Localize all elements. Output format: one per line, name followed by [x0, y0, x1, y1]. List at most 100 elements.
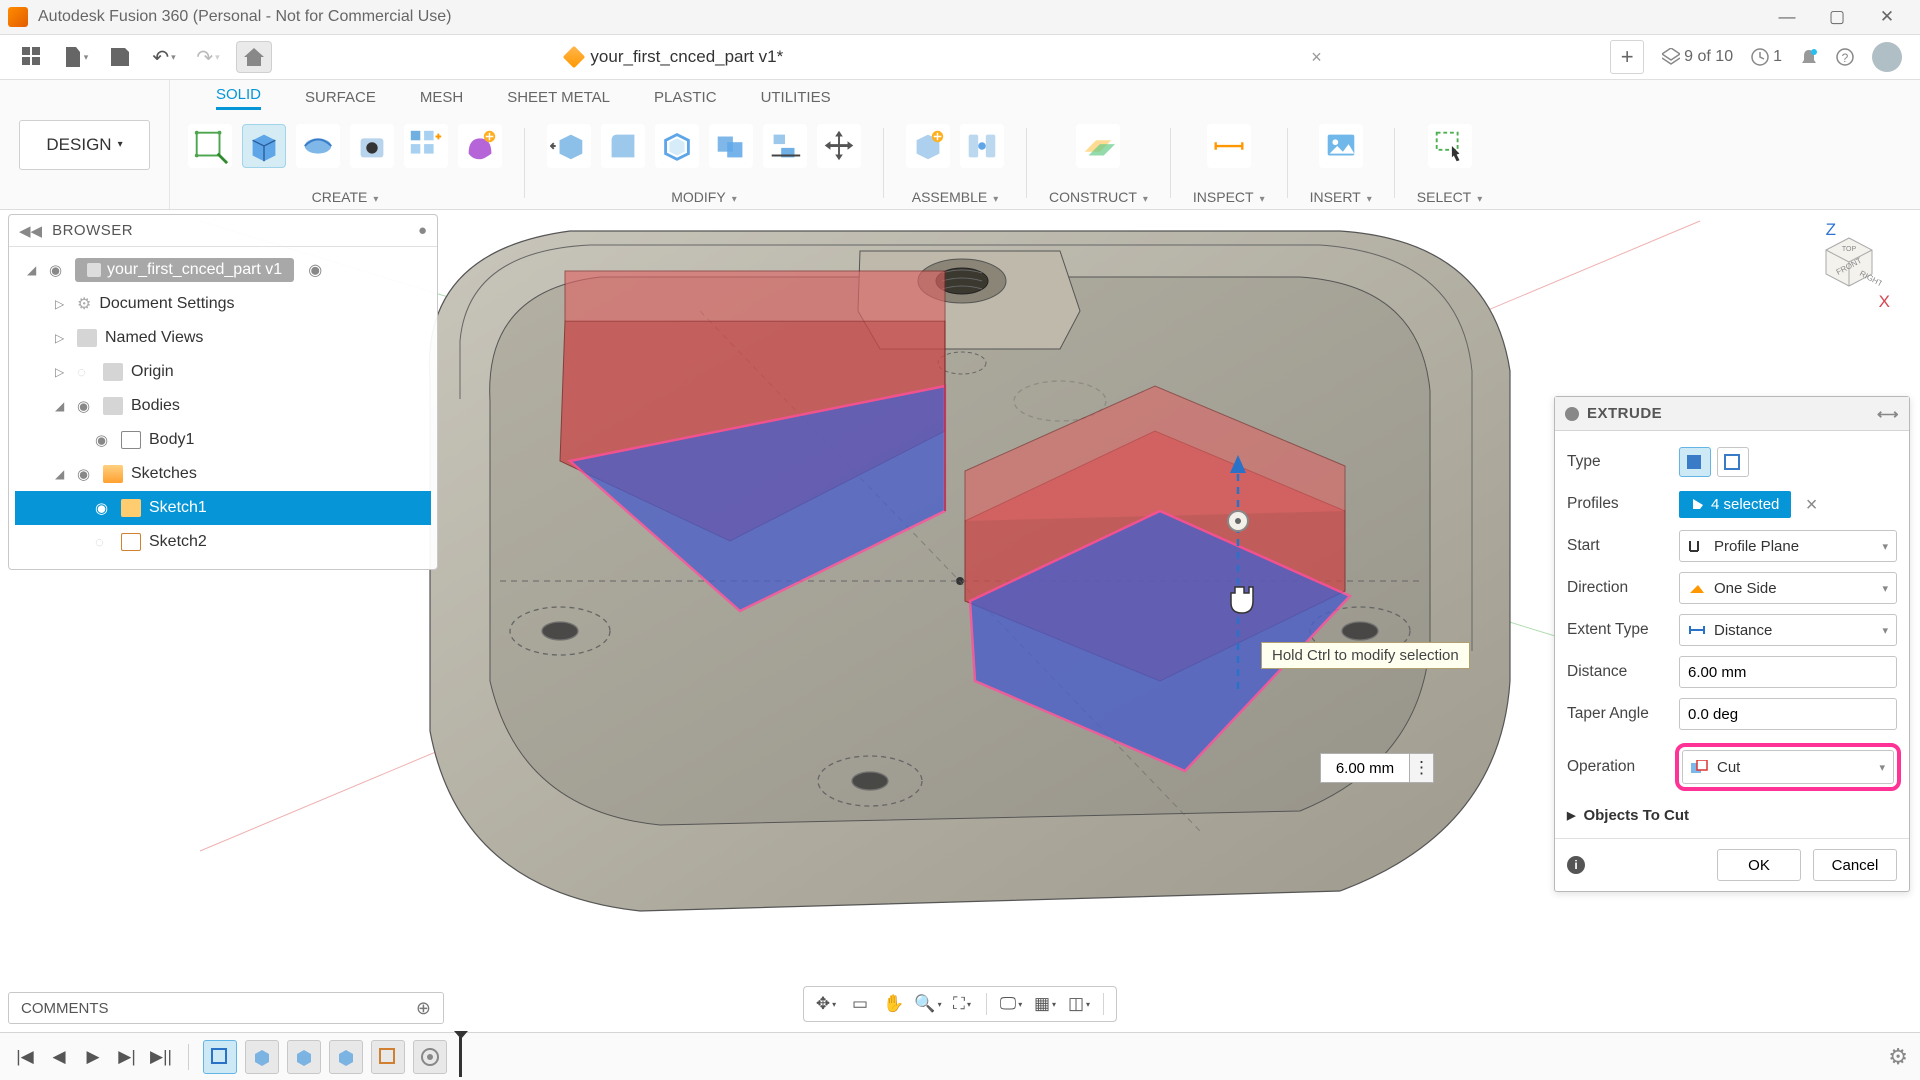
pan-button[interactable]: ✋ [880, 990, 908, 1018]
browser-collapse-button[interactable]: ◀◀ [19, 222, 42, 240]
tab-surface[interactable]: SURFACE [305, 89, 376, 110]
pattern-icon[interactable] [404, 124, 448, 168]
tab-plastic[interactable]: PLASTIC [654, 89, 717, 110]
revolve-icon[interactable] [296, 124, 340, 168]
timeline-play-button[interactable]: ▶ [80, 1044, 106, 1070]
visibility-icon[interactable]: ◉ [77, 397, 95, 415]
timeline-next-button[interactable]: ▶| [114, 1044, 140, 1070]
timeline-feature-sketch1[interactable] [203, 1040, 237, 1074]
new-tab-button[interactable]: + [1610, 40, 1644, 74]
tree-body1[interactable]: ◉ Body1 [15, 423, 431, 457]
tree-sketch2[interactable]: ◌ Sketch2 [15, 525, 431, 559]
timeline-prev-button[interactable]: ◀ [46, 1044, 72, 1070]
radio-icon[interactable]: ◉ [308, 260, 322, 280]
construct-plane-icon[interactable] [1076, 124, 1120, 168]
notifications-icon[interactable] [1800, 48, 1818, 66]
help-icon[interactable]: ? [1836, 48, 1854, 66]
home-button[interactable] [236, 41, 272, 73]
fit-button[interactable]: ⛶ [948, 990, 976, 1018]
tree-origin[interactable]: ▷ ◌ Origin [15, 355, 431, 389]
timeline-end-button[interactable]: ▶|| [148, 1044, 174, 1070]
visibility-icon[interactable]: ◉ [77, 465, 95, 483]
clear-profiles-button[interactable]: × [1806, 494, 1818, 516]
form-icon[interactable] [458, 124, 502, 168]
start-select[interactable]: Profile Plane [1679, 530, 1897, 562]
taper-input[interactable] [1679, 698, 1897, 730]
tab-sheet-metal[interactable]: SHEET METAL [507, 89, 610, 110]
select-icon[interactable] [1428, 124, 1472, 168]
info-icon[interactable]: i [1567, 856, 1585, 874]
visibility-icon[interactable]: ◌ [95, 534, 113, 551]
look-at-button[interactable]: ▭ [846, 990, 874, 1018]
dialog-expand-icon[interactable]: ⟷ [1877, 405, 1899, 423]
tree-sketch1[interactable]: ◉ Sketch1 [15, 491, 431, 525]
document-tab[interactable]: your_first_cnced_part v1* × [552, 39, 1335, 75]
fillet-icon[interactable] [601, 124, 645, 168]
create-sketch-icon[interactable] [188, 124, 232, 168]
timeline-feature-thread[interactable] [413, 1040, 447, 1074]
new-component-icon[interactable] [906, 124, 950, 168]
tree-root[interactable]: ◢ ◉ your_first_cnced_part v1 ◉ [15, 253, 431, 287]
comments-panel[interactable]: COMMENTS ⊕ [8, 992, 444, 1024]
shell-icon[interactable] [655, 124, 699, 168]
view-cube[interactable]: FRONT RIGHT TOP Z X [1816, 226, 1882, 292]
maximize-button[interactable]: ▢ [1812, 0, 1862, 35]
close-button[interactable]: ✕ [1862, 0, 1912, 35]
timeline-feature-extrude1[interactable] [245, 1040, 279, 1074]
operation-select[interactable]: Cut [1682, 750, 1894, 784]
tree-named-views[interactable]: ▷ Named Views [15, 321, 431, 355]
timeline-start-button[interactable]: |◀ [12, 1044, 38, 1070]
tab-mesh[interactable]: MESH [420, 89, 463, 110]
visibility-icon[interactable]: ◉ [49, 261, 67, 279]
timeline-settings-button[interactable]: ⚙ [1888, 1044, 1908, 1070]
type-solid-button[interactable] [1679, 447, 1711, 477]
extent-select[interactable]: Distance [1679, 614, 1897, 646]
move-icon[interactable] [817, 124, 861, 168]
workspace-picker[interactable]: DESIGN ▾ [0, 80, 170, 209]
dimension-value-input[interactable] [1320, 753, 1410, 783]
ok-button[interactable]: OK [1717, 849, 1801, 881]
timeline-feature-extrude2[interactable] [287, 1040, 321, 1074]
dimension-input-float[interactable]: ⋮ [1320, 753, 1434, 783]
visibility-icon[interactable]: ◉ [95, 499, 113, 517]
insert-image-icon[interactable] [1319, 124, 1363, 168]
combine-icon[interactable] [709, 124, 753, 168]
display-settings-button[interactable]: 🖵 [997, 990, 1025, 1018]
tab-solid[interactable]: SOLID [216, 86, 261, 110]
dialog-collapse-icon[interactable] [1565, 407, 1579, 421]
press-pull-icon[interactable] [547, 124, 591, 168]
file-menu[interactable] [60, 41, 92, 73]
undo-button[interactable]: ↶ [148, 41, 180, 73]
extension-status[interactable]: 9 of 10 [1662, 48, 1733, 66]
user-avatar[interactable] [1872, 42, 1902, 72]
extrude-icon[interactable] [242, 124, 286, 168]
add-comment-button[interactable]: ⊕ [416, 998, 431, 1019]
grid-settings-button[interactable]: ▦ [1031, 990, 1059, 1018]
tab-utilities[interactable]: UTILITIES [761, 89, 831, 110]
save-button[interactable] [104, 41, 136, 73]
data-panel-toggle[interactable] [16, 41, 48, 73]
browser-options-button[interactable]: ● [418, 222, 427, 239]
timeline-marker[interactable] [459, 1037, 462, 1077]
tree-document-settings[interactable]: ▷ ⚙ Document Settings [15, 287, 431, 321]
close-tab-button[interactable]: × [1311, 47, 1322, 68]
hole-icon[interactable] [350, 124, 394, 168]
viewport-layout-button[interactable]: ◫ [1065, 990, 1093, 1018]
dimension-menu-button[interactable]: ⋮ [1410, 753, 1434, 783]
zoom-button[interactable]: 🔍 [914, 990, 942, 1018]
direction-select[interactable]: One Side [1679, 572, 1897, 604]
timeline-feature-extrude3[interactable] [329, 1040, 363, 1074]
orbit-button[interactable]: ✥ [812, 990, 840, 1018]
visibility-icon[interactable]: ◉ [95, 431, 113, 449]
profiles-selection-chip[interactable]: 4 selected [1679, 491, 1791, 518]
measure-icon[interactable] [1207, 124, 1251, 168]
job-status[interactable]: 1 [1751, 48, 1782, 66]
objects-to-cut-row[interactable]: ▶ Objects To Cut [1567, 799, 1897, 828]
timeline-feature-sketch2[interactable] [371, 1040, 405, 1074]
distance-input[interactable] [1679, 656, 1897, 688]
visibility-icon[interactable]: ◌ [77, 364, 95, 381]
tree-bodies[interactable]: ◢ ◉ Bodies [15, 389, 431, 423]
align-icon[interactable] [763, 124, 807, 168]
redo-button[interactable]: ↷ [192, 41, 224, 73]
tree-sketches[interactable]: ◢ ◉ Sketches [15, 457, 431, 491]
